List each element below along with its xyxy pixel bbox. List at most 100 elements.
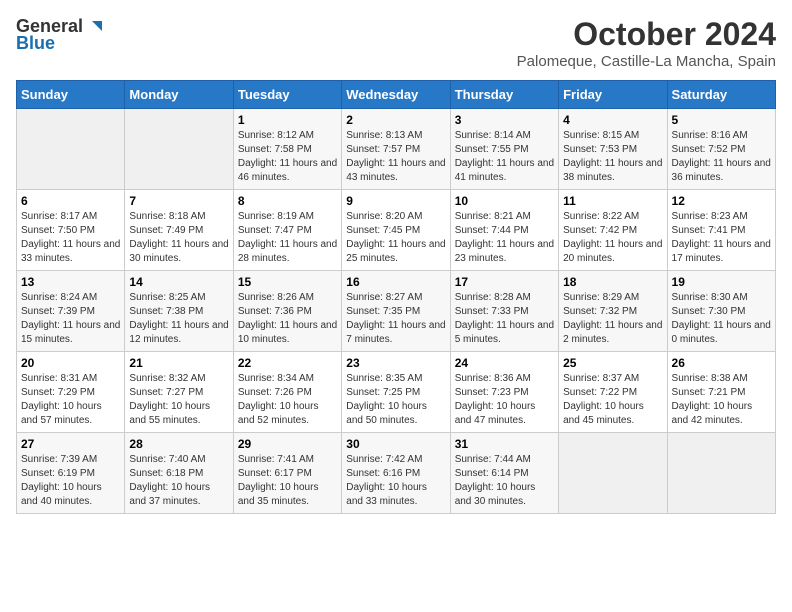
- day-info: Sunrise: 8:21 AM Sunset: 7:44 PM Dayligh…: [455, 210, 554, 266]
- day-info: Sunrise: 7:42 AM Sunset: 6:16 PM Dayligh…: [346, 453, 445, 509]
- week-row-3: 20 Sunrise: 8:31 AM Sunset: 7:29 PM Dayli…: [17, 352, 776, 433]
- day-cell: 25 Sunrise: 8:37 AM Sunset: 7:22 PM Dayli…: [559, 352, 667, 433]
- day-number: 14: [129, 275, 228, 289]
- day-info: Sunrise: 8:25 AM Sunset: 7:38 PM Dayligh…: [129, 291, 228, 347]
- day-cell: [125, 109, 233, 190]
- day-cell: [559, 433, 667, 514]
- day-cell: 7 Sunrise: 8:18 AM Sunset: 7:49 PM Daylig…: [125, 190, 233, 271]
- day-info: Sunrise: 7:41 AM Sunset: 6:17 PM Dayligh…: [238, 453, 337, 509]
- day-info: Sunrise: 8:23 AM Sunset: 7:41 PM Dayligh…: [672, 210, 771, 266]
- day-cell: 28Sunrise: 7:40 AM Sunset: 6:18 PM Dayli…: [125, 433, 233, 514]
- day-number: 11: [563, 194, 662, 208]
- day-info: Sunrise: 8:30 AM Sunset: 7:30 PM Dayligh…: [672, 291, 771, 347]
- day-number: 13: [21, 275, 120, 289]
- header-cell-saturday: Saturday: [667, 81, 775, 109]
- day-cell: 11 Sunrise: 8:22 AM Sunset: 7:42 PM Dayli…: [559, 190, 667, 271]
- day-cell: 6 Sunrise: 8:17 AM Sunset: 7:50 PM Daylig…: [17, 190, 125, 271]
- day-info: Sunrise: 8:29 AM Sunset: 7:32 PM Dayligh…: [563, 291, 662, 347]
- day-info: Sunrise: 8:38 AM Sunset: 7:21 PM Dayligh…: [672, 372, 771, 428]
- day-cell: 2 Sunrise: 8:13 AM Sunset: 7:57 PM Daylig…: [342, 109, 450, 190]
- day-number: 23: [346, 356, 445, 370]
- header-cell-monday: Monday: [125, 81, 233, 109]
- header-cell-friday: Friday: [559, 81, 667, 109]
- day-cell: 15Sunrise: 8:26 AM Sunset: 7:36 PM Dayli…: [233, 271, 341, 352]
- page-header: General Blue October 2024 Palomeque, Cas…: [16, 16, 776, 70]
- day-number: 29: [238, 437, 337, 451]
- logo: General Blue: [16, 16, 104, 54]
- day-cell: 14 Sunrise: 8:25 AM Sunset: 7:38 PM Dayli…: [125, 271, 233, 352]
- day-info: Sunrise: 8:28 AM Sunset: 7:33 PM Dayligh…: [455, 291, 554, 347]
- day-info: Sunrise: 7:40 AM Sunset: 6:18 PM Dayligh…: [129, 453, 228, 509]
- day-cell: 10 Sunrise: 8:21 AM Sunset: 7:44 PM Dayli…: [450, 190, 558, 271]
- day-cell: 31Sunrise: 7:44 AM Sunset: 6:14 PM Dayli…: [450, 433, 558, 514]
- day-cell: 9Sunrise: 8:20 AM Sunset: 7:45 PM Daylig…: [342, 190, 450, 271]
- location-text: Palomeque, Castille-La Mancha, Spain: [517, 53, 776, 70]
- day-number: 8: [238, 194, 337, 208]
- day-number: 18: [563, 275, 662, 289]
- day-info: Sunrise: 8:34 AM Sunset: 7:26 PM Dayligh…: [238, 372, 337, 428]
- calendar-body: 1Sunrise: 8:12 AM Sunset: 7:58 PM Daylig…: [17, 109, 776, 514]
- day-info: Sunrise: 8:17 AM Sunset: 7:50 PM Dayligh…: [21, 210, 120, 266]
- day-cell: 3Sunrise: 8:14 AM Sunset: 7:55 PM Daylig…: [450, 109, 558, 190]
- day-info: Sunrise: 8:37 AM Sunset: 7:22 PM Dayligh…: [563, 372, 662, 428]
- day-number: 27: [21, 437, 120, 451]
- day-info: Sunrise: 8:31 AM Sunset: 7:29 PM Dayligh…: [21, 372, 120, 428]
- day-number: 24: [455, 356, 554, 370]
- day-cell: 18 Sunrise: 8:29 AM Sunset: 7:32 PM Dayli…: [559, 271, 667, 352]
- day-number: 4: [563, 113, 662, 127]
- day-info: Sunrise: 8:19 AM Sunset: 7:47 PM Dayligh…: [238, 210, 337, 266]
- day-number: 20: [21, 356, 120, 370]
- header-cell-tuesday: Tuesday: [233, 81, 341, 109]
- day-info: Sunrise: 7:39 AM Sunset: 6:19 PM Dayligh…: [21, 453, 120, 509]
- day-info: Sunrise: 8:22 AM Sunset: 7:42 PM Dayligh…: [563, 210, 662, 266]
- day-number: 17: [455, 275, 554, 289]
- day-number: 30: [346, 437, 445, 451]
- day-cell: 27 Sunrise: 7:39 AM Sunset: 6:19 PM Dayli…: [17, 433, 125, 514]
- day-number: 16: [346, 275, 445, 289]
- day-cell: 8 Sunrise: 8:19 AM Sunset: 7:47 PM Daylig…: [233, 190, 341, 271]
- day-info: Sunrise: 8:15 AM Sunset: 7:53 PM Dayligh…: [563, 129, 662, 185]
- day-number: 19: [672, 275, 771, 289]
- day-number: 25: [563, 356, 662, 370]
- day-cell: 1Sunrise: 8:12 AM Sunset: 7:58 PM Daylig…: [233, 109, 341, 190]
- day-number: 2: [346, 113, 445, 127]
- day-number: 15: [238, 275, 337, 289]
- day-number: 12: [672, 194, 771, 208]
- day-cell: 21Sunrise: 8:32 AM Sunset: 7:27 PM Dayli…: [125, 352, 233, 433]
- week-row-1: 6 Sunrise: 8:17 AM Sunset: 7:50 PM Daylig…: [17, 190, 776, 271]
- day-cell: 24 Sunrise: 8:36 AM Sunset: 7:23 PM Dayli…: [450, 352, 558, 433]
- header-cell-thursday: Thursday: [450, 81, 558, 109]
- day-cell: 26Sunrise: 8:38 AM Sunset: 7:21 PM Dayli…: [667, 352, 775, 433]
- day-number: 9: [346, 194, 445, 208]
- day-info: Sunrise: 8:27 AM Sunset: 7:35 PM Dayligh…: [346, 291, 445, 347]
- month-title: October 2024: [517, 16, 776, 53]
- day-cell: 5Sunrise: 8:16 AM Sunset: 7:52 PM Daylig…: [667, 109, 775, 190]
- day-info: Sunrise: 8:14 AM Sunset: 7:55 PM Dayligh…: [455, 129, 554, 185]
- header-cell-sunday: Sunday: [17, 81, 125, 109]
- day-number: 6: [21, 194, 120, 208]
- day-number: 22: [238, 356, 337, 370]
- day-info: Sunrise: 8:18 AM Sunset: 7:49 PM Dayligh…: [129, 210, 228, 266]
- day-cell: [17, 109, 125, 190]
- day-info: Sunrise: 8:36 AM Sunset: 7:23 PM Dayligh…: [455, 372, 554, 428]
- week-row-0: 1Sunrise: 8:12 AM Sunset: 7:58 PM Daylig…: [17, 109, 776, 190]
- day-cell: 17 Sunrise: 8:28 AM Sunset: 7:33 PM Dayli…: [450, 271, 558, 352]
- week-row-4: 27 Sunrise: 7:39 AM Sunset: 6:19 PM Dayli…: [17, 433, 776, 514]
- day-cell: 16 Sunrise: 8:27 AM Sunset: 7:35 PM Dayli…: [342, 271, 450, 352]
- header-cell-wednesday: Wednesday: [342, 81, 450, 109]
- day-number: 7: [129, 194, 228, 208]
- day-cell: 13 Sunrise: 8:24 AM Sunset: 7:39 PM Dayli…: [17, 271, 125, 352]
- day-number: 10: [455, 194, 554, 208]
- day-info: Sunrise: 8:12 AM Sunset: 7:58 PM Dayligh…: [238, 129, 337, 185]
- day-info: Sunrise: 8:24 AM Sunset: 7:39 PM Dayligh…: [21, 291, 120, 347]
- day-cell: 20 Sunrise: 8:31 AM Sunset: 7:29 PM Dayli…: [17, 352, 125, 433]
- day-cell: 29 Sunrise: 7:41 AM Sunset: 6:17 PM Dayli…: [233, 433, 341, 514]
- day-info: Sunrise: 7:44 AM Sunset: 6:14 PM Dayligh…: [455, 453, 554, 509]
- day-number: 5: [672, 113, 771, 127]
- day-cell: 22 Sunrise: 8:34 AM Sunset: 7:26 PM Dayli…: [233, 352, 341, 433]
- day-cell: 19 Sunrise: 8:30 AM Sunset: 7:30 PM Dayli…: [667, 271, 775, 352]
- day-info: Sunrise: 8:35 AM Sunset: 7:25 PM Dayligh…: [346, 372, 445, 428]
- header-row: SundayMondayTuesdayWednesdayThursdayFrid…: [17, 81, 776, 109]
- day-info: Sunrise: 8:13 AM Sunset: 7:57 PM Dayligh…: [346, 129, 445, 185]
- day-cell: [667, 433, 775, 514]
